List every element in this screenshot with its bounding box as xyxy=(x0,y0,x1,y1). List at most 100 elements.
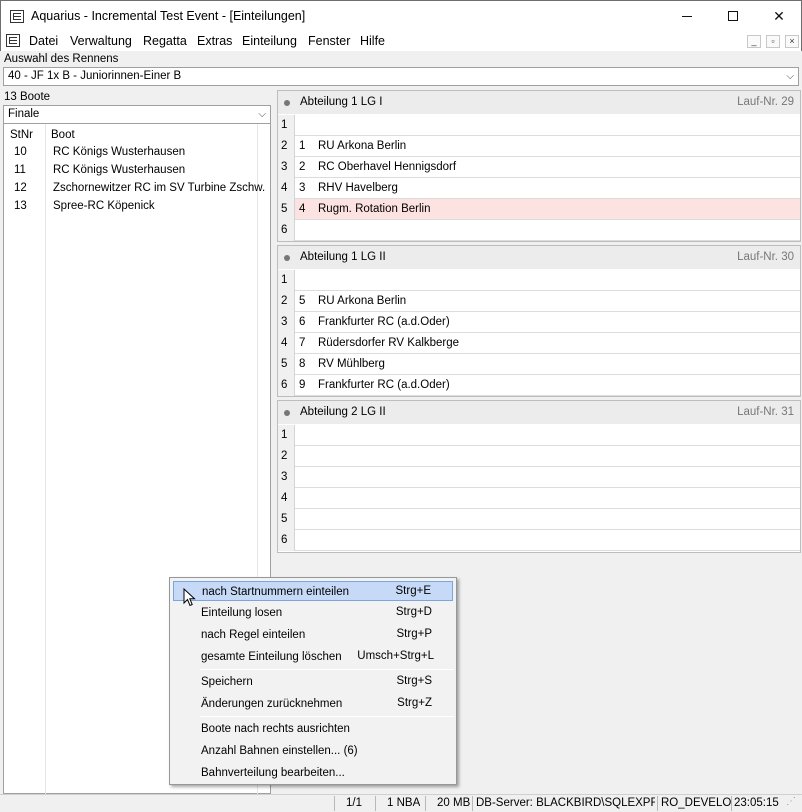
lane-boot: RV Mühlberg xyxy=(318,358,385,370)
lane-row[interactable]: 4 xyxy=(278,488,800,509)
lane-row[interactable]: 2 5 RU Arkona Berlin xyxy=(278,291,800,312)
lane-row[interactable]: 1 xyxy=(278,115,800,136)
menu-item-nach-startnummern[interactable]: nach Startnummern einteilen Strg+E xyxy=(173,581,453,601)
phase-select-value: Finale xyxy=(8,108,40,120)
menu-item-label: Speichern xyxy=(201,676,253,688)
status-time: 23:05:15 xyxy=(734,797,779,809)
column-header-boot[interactable]: Boot xyxy=(51,129,75,141)
maximize-button[interactable] xyxy=(710,1,756,31)
column-header-stnr[interactable]: StNr xyxy=(10,129,33,141)
mdi-close-button[interactable]: × xyxy=(785,35,799,48)
lane-row[interactable]: 2 1 RU Arkona Berlin xyxy=(278,136,800,157)
lane-number: 2 xyxy=(278,446,295,467)
lane-row[interactable]: 1 xyxy=(278,425,800,446)
menu-item-label: nach Startnummern einteilen xyxy=(202,586,350,598)
collapse-dot-icon[interactable] xyxy=(284,100,290,106)
menu-item-einteilung-losen[interactable]: Einteilung losen Strg+D xyxy=(173,603,453,623)
collapse-dot-icon[interactable] xyxy=(284,255,290,261)
menu-item-nach-regel[interactable]: nach Regel einteilen Strg+P xyxy=(173,625,453,645)
lane-row[interactable]: 4 3 RHV Havelberg xyxy=(278,178,800,199)
menu-item-boote-ausrichten[interactable]: Boote nach rechts ausrichten xyxy=(173,719,453,739)
list-item-boot[interactable]: RC Königs Wusterhausen xyxy=(53,164,185,176)
lane-stnr: 1 xyxy=(299,140,306,152)
lane-number: 2 xyxy=(278,291,295,312)
menu-item-aenderungen-zuruecknehmen[interactable]: Änderungen zurücknehmen Strg+Z xyxy=(173,694,453,714)
menu-bar: Datei Verwaltung Regatta Extras Einteilu… xyxy=(0,31,802,51)
list-item-stnr[interactable]: 10 xyxy=(14,146,27,158)
lane-row[interactable]: 4 7 Rüdersdorfer RV Kalkberge xyxy=(278,333,800,354)
menu-verwaltung[interactable]: Verwaltung xyxy=(70,34,132,48)
chevron-down-icon: ⌵ xyxy=(786,71,794,82)
lane-row[interactable]: 6 xyxy=(278,530,800,551)
lane-row[interactable]: 6 xyxy=(278,220,800,241)
lane-number: 1 xyxy=(278,270,295,291)
lane-number: 2 xyxy=(278,136,295,157)
lane-row[interactable]: 6 9 Frankfurter RC (a.d.Oder) xyxy=(278,375,800,396)
menu-separator xyxy=(200,669,454,670)
lane-row[interactable]: 3 6 Frankfurter RC (a.d.Oder) xyxy=(278,312,800,333)
menu-item-shortcut: Strg+Z xyxy=(397,697,432,709)
resize-grip-icon[interactable]: ⋰ xyxy=(786,796,796,807)
close-button[interactable]: ✕ xyxy=(756,1,802,31)
lane-stnr: 9 xyxy=(299,379,306,391)
status-separator xyxy=(657,796,658,811)
lane-number: 4 xyxy=(278,488,295,509)
menu-datei[interactable]: Datei xyxy=(29,34,58,48)
lane-number: 5 xyxy=(278,354,295,375)
heat-header[interactable]: Abteilung 1 LG I Lauf-Nr. 29 xyxy=(278,91,800,114)
phase-select[interactable]: Finale ⌵ xyxy=(3,105,271,124)
heat-title: Abteilung 1 LG II xyxy=(300,251,386,263)
list-item-stnr[interactable]: 12 xyxy=(14,182,27,194)
menu-item-label: Änderungen zurücknehmen xyxy=(201,698,343,710)
lane-stnr: 5 xyxy=(299,295,306,307)
menu-item-speichern[interactable]: Speichern Strg+S xyxy=(173,672,453,692)
lane-boot: RU Arkona Berlin xyxy=(318,140,407,152)
lane-boot: RU Arkona Berlin xyxy=(318,295,407,307)
close-icon: ✕ xyxy=(773,7,785,24)
lane-row[interactable]: 3 xyxy=(278,467,800,488)
status-separator xyxy=(472,796,473,811)
menu-item-anzahl-bahnen[interactable]: Anzahl Bahnen einstellen... (6) xyxy=(173,741,453,761)
rennen-select[interactable]: 40 - JF 1x B - Juniorinnen-Einer B ⌵ xyxy=(3,67,799,86)
list-item-boot[interactable]: Zschornewitzer RC im SV Turbine Zschw. xyxy=(53,182,265,194)
mdi-minimize-button[interactable]: _ xyxy=(747,35,761,48)
lane-row-highlighted[interactable]: 5 4 Rugm. Rotation Berlin xyxy=(278,199,800,220)
menu-einteilung[interactable]: Einteilung xyxy=(242,34,297,48)
list-item-boot[interactable]: RC Königs Wusterhausen xyxy=(53,146,185,158)
lane-row[interactable]: 5 8 RV Mühlberg xyxy=(278,354,800,375)
menu-item-bahnverteilung[interactable]: Bahnverteilung bearbeiten... xyxy=(173,763,453,783)
heat-header[interactable]: Abteilung 2 LG II Lauf-Nr. 31 xyxy=(278,401,800,424)
heat-panel: Abteilung 1 LG II Lauf-Nr. 30 1 2 5 RU Ark… xyxy=(277,245,801,397)
collapse-dot-icon[interactable] xyxy=(284,410,290,416)
lane-number: 6 xyxy=(278,220,295,241)
mdi-restore-button[interactable]: ▫ xyxy=(766,35,780,48)
menu-item-label: Einteilung losen xyxy=(201,607,283,619)
lane-row[interactable]: 3 2 RC Oberhavel Hennigsdorf xyxy=(278,157,800,178)
menu-regatta[interactable]: Regatta xyxy=(143,34,187,48)
lane-row[interactable]: 2 xyxy=(278,446,800,467)
list-item-stnr[interactable]: 11 xyxy=(14,164,26,176)
menu-fenster[interactable]: Fenster xyxy=(308,34,350,48)
list-item-boot[interactable]: Spree-RC Köpenick xyxy=(53,200,155,212)
window-title: Aquarius - Incremental Test Event - [Ein… xyxy=(31,9,306,23)
maximize-icon xyxy=(728,11,738,21)
minimize-icon xyxy=(682,15,692,17)
list-item-stnr[interactable]: 13 xyxy=(14,200,27,212)
lane-number: 1 xyxy=(278,425,295,446)
lane-stnr: 3 xyxy=(299,182,306,194)
menu-item-label: gesamte Einteilung löschen xyxy=(201,651,342,663)
lane-row[interactable]: 5 xyxy=(278,509,800,530)
lane-row[interactable]: 1 xyxy=(278,270,800,291)
app-icon[interactable] xyxy=(10,10,24,23)
lane-boot: RHV Havelberg xyxy=(318,182,398,194)
menu-item-label: nach Regel einteilen xyxy=(201,629,306,641)
minimize-button[interactable] xyxy=(664,1,710,31)
menu-item-shortcut: Strg+D xyxy=(395,606,432,618)
menu-extras[interactable]: Extras xyxy=(197,34,232,48)
menu-hilfe[interactable]: Hilfe xyxy=(360,34,385,48)
lane-stnr: 6 xyxy=(299,316,306,328)
heat-header[interactable]: Abteilung 1 LG II Lauf-Nr. 30 xyxy=(278,246,800,269)
menu-item-einteilung-loeschen[interactable]: gesamte Einteilung löschen Umsch+Strg+L xyxy=(173,647,453,667)
lane-number: 6 xyxy=(278,530,295,551)
mdi-doc-icon[interactable] xyxy=(6,34,20,47)
